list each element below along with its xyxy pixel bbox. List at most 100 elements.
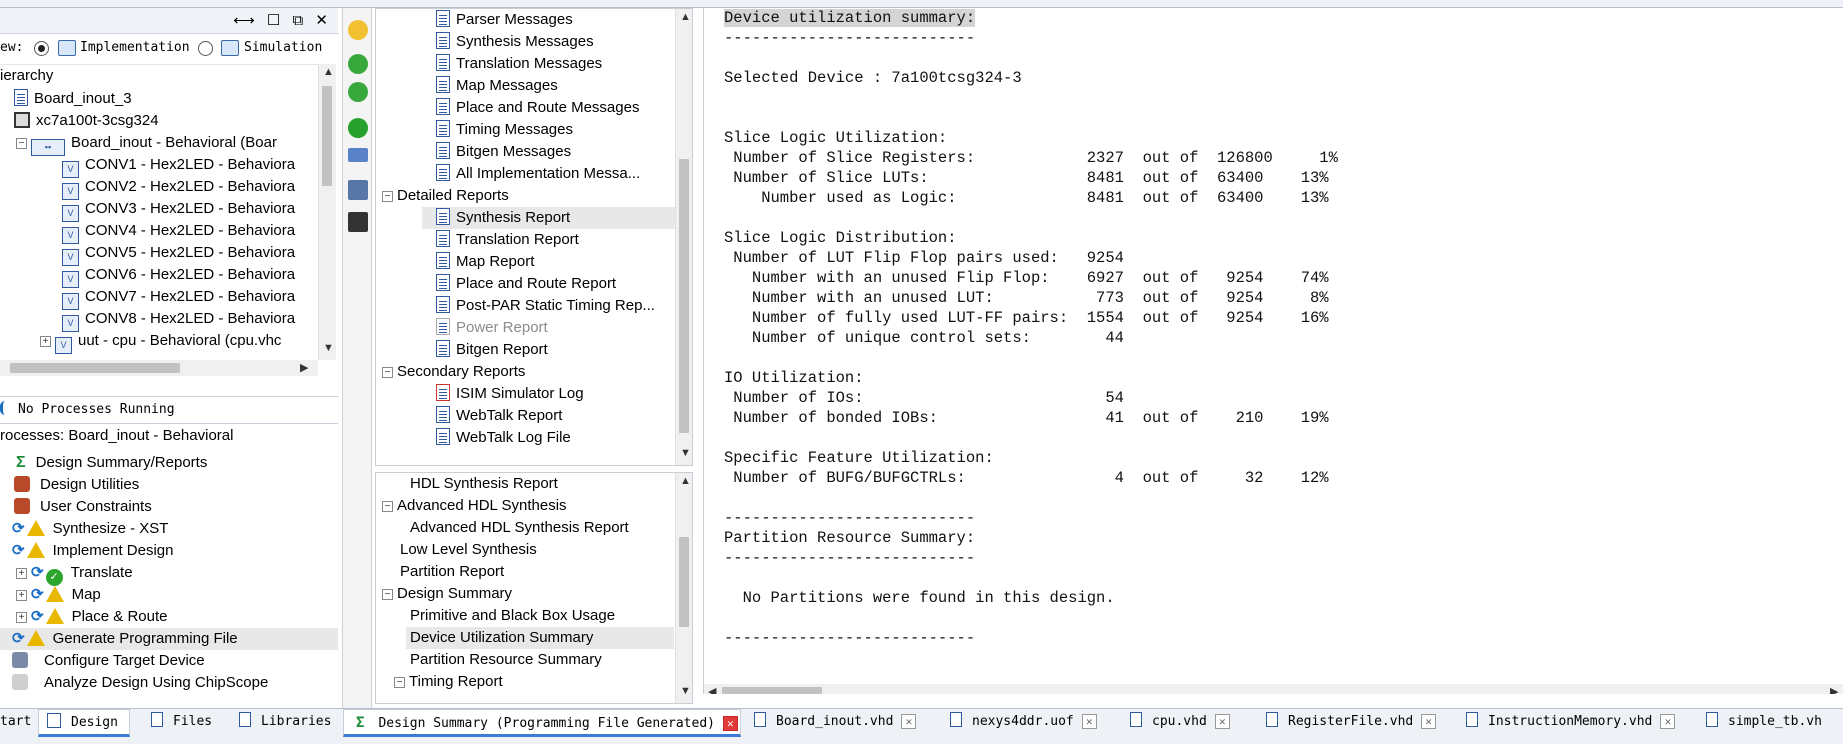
list-item[interactable]: ⟳ Generate Programming File	[0, 628, 338, 650]
list-item[interactable]: V CONV6 - Hex2LED - Behaviora	[62, 264, 295, 288]
html-icon[interactable]	[348, 148, 368, 162]
list-item[interactable]: Parser Messages	[436, 9, 573, 31]
list-item[interactable]: − Timing Report	[394, 671, 503, 693]
tab-files[interactable]: Files	[145, 709, 212, 737]
list-item[interactable]: Configure Target Device	[12, 650, 205, 672]
list-item[interactable]: − Detailed Reports	[382, 185, 509, 207]
list-item[interactable]: Map Report	[436, 251, 534, 273]
list-item[interactable]: Post-PAR Static Timing Rep...	[436, 295, 655, 317]
navigator-vscrollbar[interactable]: ▲ ▼	[675, 9, 692, 465]
list-item[interactable]: All Implementation Messa...	[436, 163, 640, 185]
list-item[interactable]: Low Level Synthesis	[400, 539, 537, 561]
list-item[interactable]: xc7a100t-3csg324	[14, 110, 159, 132]
tab-libraries[interactable]: Libraries	[233, 709, 331, 737]
scroll-thumb[interactable]	[679, 537, 689, 627]
list-item[interactable]: V CONV3 - Hex2LED - Behaviora	[62, 198, 295, 222]
expand-icon[interactable]: +	[16, 590, 27, 601]
hierarchy-vscrollbar[interactable]: ▲ ▼	[318, 64, 336, 360]
list-item[interactable]: ISIM Simulator Log	[436, 383, 584, 405]
list-item[interactable]: Board_inout_3	[14, 88, 132, 110]
list-item[interactable]: − Advanced HDL Synthesis	[382, 495, 567, 517]
list-item[interactable]: ⟳ Synthesize - XST	[12, 518, 168, 540]
find-icon[interactable]	[348, 212, 368, 232]
tab-start[interactable]: tart	[0, 709, 31, 737]
panel-window-buttons[interactable]: ⟷ ☐ ⧉ ✕	[233, 11, 332, 29]
list-item[interactable]: Translation Messages	[436, 53, 602, 75]
collapse-icon[interactable]: −	[16, 138, 27, 149]
scroll-thumb[interactable]	[722, 687, 822, 694]
list-item[interactable]: Translation Report	[436, 229, 579, 251]
tab-cpu[interactable]: cpu.vhd ✕	[1130, 709, 1230, 737]
close-icon[interactable]: ✕	[722, 716, 738, 731]
list-item[interactable]: − Design Summary	[382, 583, 512, 605]
list-item[interactable]: Design Utilities	[12, 474, 139, 496]
list-item[interactable]: Synthesis Report	[422, 207, 678, 229]
collapse-icon[interactable]: −	[382, 367, 393, 378]
tab-instructionmemory[interactable]: InstructionMemory.vhd ✕	[1466, 709, 1676, 737]
back-icon[interactable]	[348, 54, 368, 74]
forward-icon[interactable]	[348, 82, 368, 102]
list-item[interactable]: V CONV2 - Hex2LED - Behaviora	[62, 176, 295, 200]
close-icon[interactable]: ✕	[1214, 714, 1230, 729]
list-item[interactable]: + ⟳ Place & Route	[16, 606, 167, 628]
tab-nexys4ddr[interactable]: nexys4ddr.uof ✕	[950, 709, 1097, 737]
tab-design-summary[interactable]: Σ Design Summary (Programming File Genera…	[343, 709, 741, 737]
report-hscrollbar[interactable]: ◀ ▶	[704, 684, 1843, 694]
simulation-label[interactable]: Simulation	[244, 40, 322, 55]
list-item[interactable]: User Constraints	[12, 496, 152, 518]
list-item[interactable]: Σ Design Summary/Reports	[12, 452, 207, 474]
implementation-radio[interactable]	[34, 41, 49, 56]
list-item[interactable]: V CONV8 - Hex2LED - Behaviora	[62, 308, 295, 332]
list-item[interactable]: HDL Synthesis Report	[410, 473, 558, 495]
list-item[interactable]: Place and Route Report	[436, 273, 616, 295]
tab-design[interactable]: Design	[38, 709, 130, 737]
list-item[interactable]: Device Utilization Summary	[406, 627, 674, 649]
hierarchy-hscrollbar[interactable]: ▶	[0, 360, 318, 376]
list-item[interactable]: + Vuut - cpu - Behavioral (cpu.vhc	[40, 330, 281, 354]
list-item[interactable]: − Secondary Reports	[382, 361, 525, 383]
home-icon[interactable]	[348, 20, 368, 40]
list-item[interactable]: Analyze Design Using ChipScope	[12, 672, 268, 694]
list-item[interactable]: V CONV1 - Hex2LED - Behaviora	[62, 154, 295, 178]
scroll-thumb[interactable]	[10, 363, 180, 373]
collapse-icon[interactable]: −	[382, 501, 393, 512]
list-item[interactable]: WebTalk Log File	[436, 427, 571, 449]
collapse-icon[interactable]: −	[394, 677, 405, 688]
simulation-radio[interactable]	[198, 41, 213, 56]
list-item[interactable]: Bitgen Messages	[436, 141, 571, 163]
section-vscrollbar[interactable]: ▲ ▼	[675, 473, 692, 703]
list-item[interactable]: Partition Report	[400, 561, 504, 583]
list-item[interactable]: Synthesis Messages	[436, 31, 594, 53]
close-icon[interactable]: ✕	[1421, 714, 1437, 729]
collapse-icon[interactable]: −	[382, 589, 393, 600]
tab-registerfile[interactable]: RegisterFile.vhd ✕	[1266, 709, 1437, 737]
list-item[interactable]: Map Messages	[436, 75, 558, 97]
expand-icon[interactable]: +	[16, 568, 27, 579]
list-item[interactable]: + ⟳ Map	[16, 584, 101, 606]
list-item[interactable]: ⟳ Implement Design	[12, 540, 173, 562]
implementation-label[interactable]: Implementation	[80, 40, 190, 55]
list-item[interactable]: V CONV7 - Hex2LED - Behaviora	[62, 286, 295, 310]
list-item[interactable]: V CONV4 - Hex2LED - Behaviora	[62, 220, 295, 244]
collapse-icon[interactable]: −	[382, 191, 393, 202]
scroll-thumb[interactable]	[679, 159, 689, 433]
expand-icon[interactable]: +	[16, 612, 27, 623]
list-item[interactable]: Advanced HDL Synthesis Report	[410, 517, 629, 539]
refresh-icon[interactable]	[348, 118, 368, 138]
list-item[interactable]: Place and Route Messages	[436, 97, 639, 119]
close-icon[interactable]: ✕	[901, 714, 917, 729]
list-icon[interactable]	[348, 180, 368, 200]
scroll-thumb[interactable]	[322, 86, 332, 186]
list-item[interactable]: + ⟳ ✓ Translate	[16, 562, 133, 586]
list-item[interactable]: Primitive and Black Box Usage	[410, 605, 615, 627]
list-item[interactable]: Bitgen Report	[436, 339, 548, 361]
tab-simple-tb[interactable]: simple_tb.vh	[1706, 709, 1822, 737]
list-item[interactable]: V CONV5 - Hex2LED - Behaviora	[62, 242, 295, 266]
list-item[interactable]: WebTalk Report	[436, 405, 562, 427]
tab-board-inout[interactable]: Board_inout.vhd ✕	[754, 709, 917, 737]
close-icon[interactable]: ✕	[1660, 714, 1676, 729]
close-icon[interactable]: ✕	[1081, 714, 1097, 729]
list-item[interactable]: Timing Messages	[436, 119, 573, 141]
expand-icon[interactable]: +	[40, 336, 51, 347]
list-item[interactable]: Power Report	[436, 317, 548, 339]
